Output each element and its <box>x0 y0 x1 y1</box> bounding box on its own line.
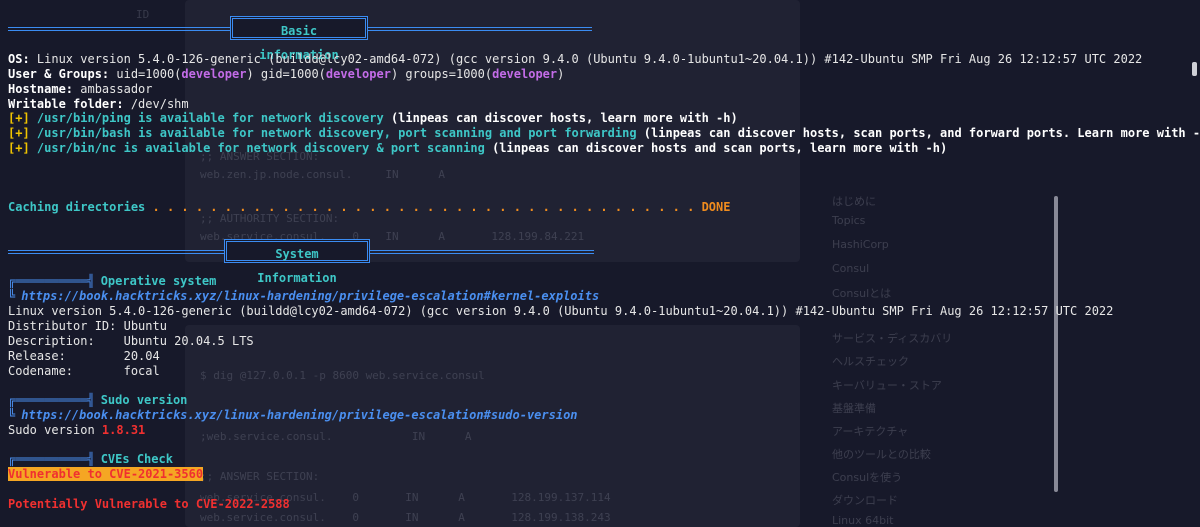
hostname-value: ambassador <box>73 82 153 96</box>
plus-marker: [+] <box>8 141 30 155</box>
kernel-line: Linux version 5.4.0-126-generic (buildd@… <box>8 304 1114 318</box>
operative-link-line: ╚ https://book.hacktricks.xyz/linux-harde… <box>8 289 599 304</box>
cve-potentially-vulnerable: Potentially Vulnerable to CVE-2022-2588 <box>8 497 290 511</box>
caching-line: Caching directories . . . . . . . . . . … <box>8 200 730 215</box>
bash-desc: is available for network discovery, port… <box>130 126 637 140</box>
terminal-scrollbar-thumb[interactable] <box>1192 62 1197 76</box>
operative-link[interactable]: https://book.hacktricks.xyz/linux-harden… <box>21 289 599 303</box>
sudo-title-line: ╔══════════╣ Sudo version <box>8 393 187 408</box>
distributor-line: Distributor ID: Ubuntu <box>8 319 167 333</box>
ug-uid: uid=1000( <box>109 67 182 81</box>
os-value: Linux version 5.4.0-126-generic (buildd@… <box>29 52 1143 66</box>
cve-2-line: Potentially Vulnerable to CVE-2022-2588 <box>8 497 290 512</box>
ug-groups-user: developer <box>492 67 558 81</box>
nc-desc: is available for network discovery & por… <box>116 141 485 155</box>
os-line: OS: Linux version 5.4.0-126-generic (bui… <box>8 52 1142 67</box>
writable-folder-line: Writable folder: /dev/shm <box>8 97 189 112</box>
cves-title-line: ╔══════════╣ CVEs Check <box>8 452 173 467</box>
nc-path: /usr/bin/nc <box>29 141 117 155</box>
ping-path: /usr/bin/ping <box>29 111 131 125</box>
ping-line: [+] /usr/bin/ping is available for netwo… <box>8 111 738 126</box>
codename-line: Codename: focal <box>8 364 160 378</box>
plus-marker: [+] <box>8 126 30 140</box>
hostname-label: Hostname: <box>8 82 74 96</box>
nc-note: (linpeas can discover hosts and scan por… <box>484 141 948 155</box>
plus-marker: [+] <box>8 111 30 125</box>
sudo-version-label: Sudo version <box>8 423 102 437</box>
bash-note: (linpeas can discover hosts, scan ports,… <box>636 126 1200 140</box>
cve-1-line: Vulnerable to CVE-2021-3560 <box>8 467 204 482</box>
release-line: Release: 20.04 <box>8 349 160 363</box>
sudo-link[interactable]: https://book.hacktricks.xyz/linux-harden… <box>21 408 577 422</box>
caching-label: Caching directories <box>8 200 146 214</box>
operative-title: Operative system <box>100 274 217 288</box>
sudo-link-line: ╚ https://book.hacktricks.xyz/linux-harde… <box>8 408 578 423</box>
ug-gid: ) gid=1000( <box>246 67 326 81</box>
bash-line: [+] /usr/bin/bash is available for netwo… <box>8 126 1200 141</box>
ug-label: User & Groups: <box>8 67 110 81</box>
tree-branch: ╔══════════╣ <box>8 274 95 288</box>
cve-vulnerable: Vulnerable to CVE-2021-3560 <box>8 467 204 481</box>
ping-desc: is available for network discovery <box>130 111 384 125</box>
section-rule-left <box>8 27 230 31</box>
tree-branch: ╔══════════╣ <box>8 393 95 407</box>
bash-path: /usr/bin/bash <box>29 126 131 140</box>
caching-dots: . . . . . . . . . . . . . . . . . . . . … <box>145 200 702 214</box>
sudo-version-value: 1.8.31 <box>101 423 146 437</box>
section-rule-right <box>370 250 594 254</box>
terminal-output: Basic information OS: Linux version 5.4.… <box>0 0 1200 527</box>
section-rule-right <box>368 27 592 31</box>
sudo-version-line: Sudo version 1.8.31 <box>8 423 145 438</box>
section-header-system: System Information <box>224 239 370 285</box>
hostname-line: Hostname: ambassador <box>8 82 153 97</box>
os-label: OS: <box>8 52 30 66</box>
user-groups-line: User & Groups: uid=1000(developer) gid=1… <box>8 67 564 82</box>
ug-user: developer <box>181 67 247 81</box>
caching-done: DONE <box>701 200 731 214</box>
description-line: Description: Ubuntu 20.04.5 LTS <box>8 334 254 348</box>
section-header-basic: Basic information <box>230 16 368 62</box>
operative-title-line: ╔══════════╣ Operative system <box>8 274 216 289</box>
writable-folder-value: /dev/shm <box>123 97 189 111</box>
sudo-title: Sudo version <box>100 393 188 407</box>
tree-branch: ╔══════════╣ <box>8 452 95 466</box>
ping-note: (linpeas can discover hosts, learn more … <box>383 111 738 125</box>
tree-corner: ╚ <box>8 289 16 303</box>
ug-group: developer <box>325 67 391 81</box>
writable-folder-label: Writable folder: <box>8 97 124 111</box>
ug-close: ) <box>557 67 565 81</box>
ug-groups: ) groups=1000( <box>390 67 493 81</box>
tree-corner: ╚ <box>8 408 16 422</box>
nc-line: [+] /usr/bin/nc is available for network… <box>8 141 947 156</box>
cves-title: CVEs Check <box>100 452 173 466</box>
section-rule-left <box>8 250 224 254</box>
